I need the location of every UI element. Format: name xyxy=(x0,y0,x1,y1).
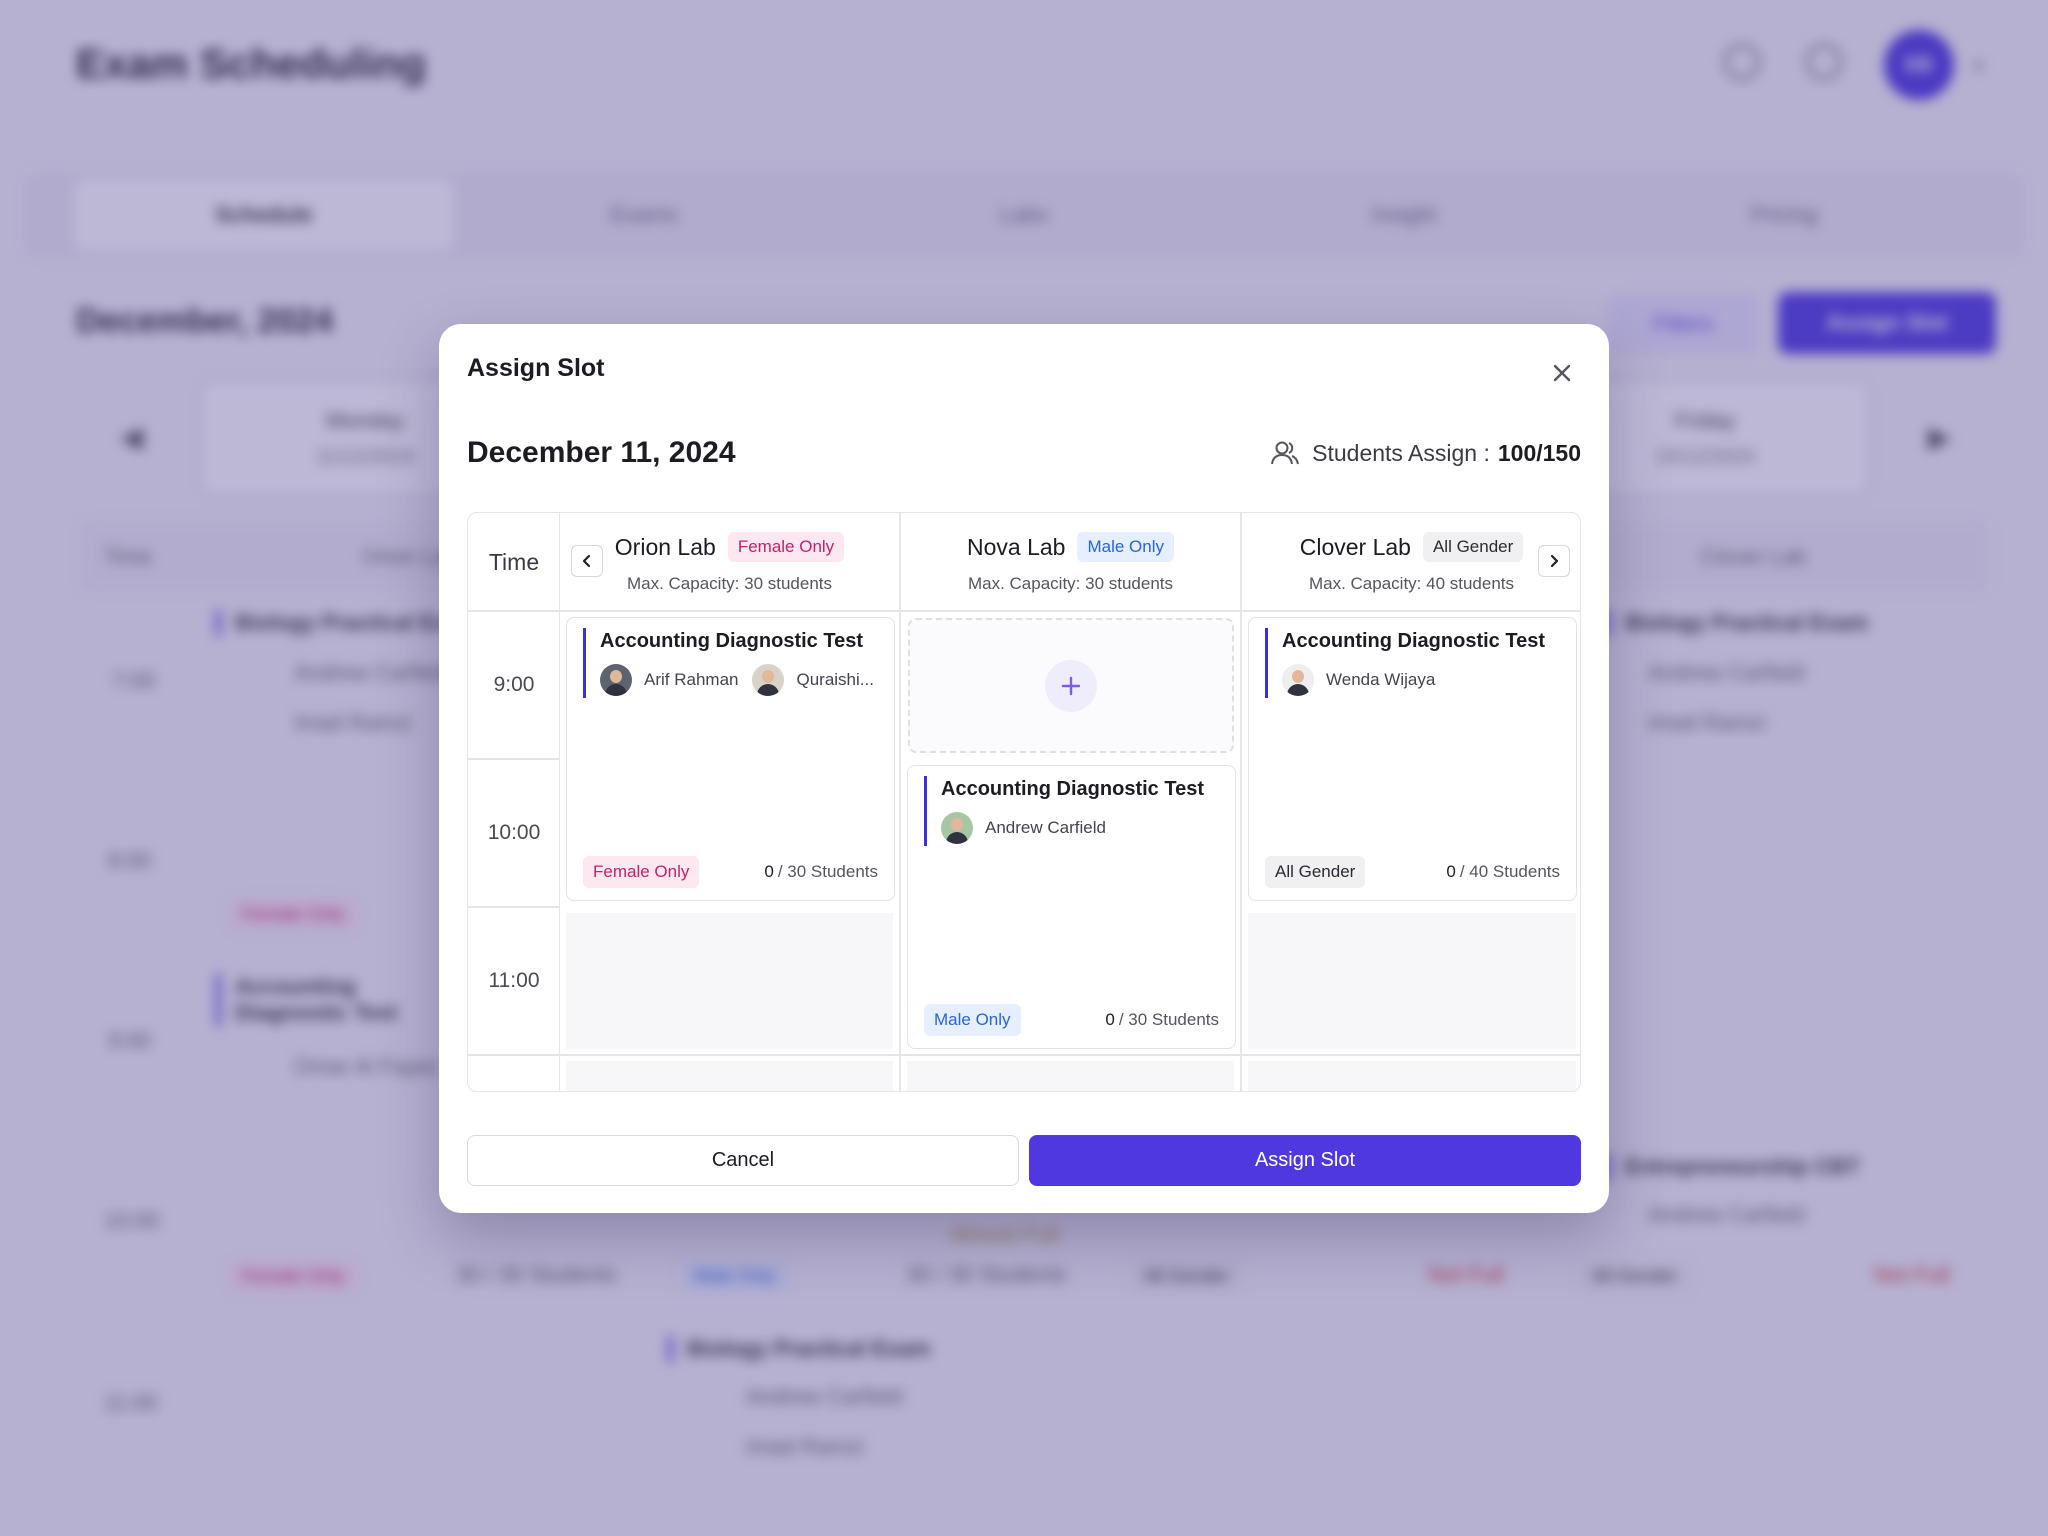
proctor-name: Arif Rahman xyxy=(644,670,739,689)
lab-header-nova: Nova Lab Male Only Max. Capacity: 30 stu… xyxy=(901,513,1240,611)
card-footer: All Gender 0/ 40 Students xyxy=(1265,856,1560,888)
proctor-name: Wenda Wijaya xyxy=(1326,670,1436,689)
gender-badge: All Gender xyxy=(1422,532,1524,562)
proctor-name: Andrew Carfield xyxy=(985,818,1106,837)
proctor: Arif Rahman xyxy=(600,664,738,696)
proctor: Quraishi... xyxy=(752,664,874,696)
avatar xyxy=(752,664,785,696)
exam-slot-card[interactable]: Accounting Diagnostic Test Andrew Carfie… xyxy=(907,765,1236,1049)
close-icon[interactable] xyxy=(1547,358,1577,388)
exam-slot-content: Accounting Diagnostic Test Arif Rahman Q… xyxy=(583,628,880,698)
prev-labs-button[interactable] xyxy=(571,545,603,577)
proctor-list: Wenda Wijaya xyxy=(1282,664,1562,696)
lab-capacity: Max. Capacity: 30 students xyxy=(967,574,1174,593)
exam-slot-card[interactable]: Accounting Diagnostic Test Arif Rahman Q… xyxy=(566,617,895,901)
proctor: Wenda Wijaya xyxy=(1282,664,1435,696)
student-count: 0/ 30 Students xyxy=(1105,1010,1219,1030)
exam-slot-content: Accounting Diagnostic Test Andrew Carfie… xyxy=(924,776,1221,846)
grid-line xyxy=(468,906,560,908)
lab-capacity: Max. Capacity: 30 students xyxy=(626,574,833,593)
students-assign-value: 100/150 xyxy=(1497,439,1581,466)
empty-slot[interactable] xyxy=(566,1061,893,1091)
next-labs-button[interactable] xyxy=(1538,545,1570,577)
dialog-title: Assign Slot xyxy=(467,354,605,382)
students-assign-label: Students Assign : xyxy=(1312,439,1490,466)
chevron-right-icon xyxy=(1550,554,1559,568)
assign-slot-dialog: Assign Slot December 11, 2024 Students A… xyxy=(439,324,1609,1213)
exam-title: Accounting Diagnostic Test xyxy=(1282,630,1545,652)
time-label: 10:00 xyxy=(487,821,541,844)
lab-name: Orion Lab xyxy=(614,533,716,560)
cancel-button[interactable]: Cancel xyxy=(467,1135,1019,1186)
student-count-value: 0 xyxy=(1446,862,1456,881)
card-footer: Male Only 0/ 30 Students xyxy=(924,1004,1219,1036)
time-header: Time xyxy=(488,548,540,575)
student-count-value: 0 xyxy=(1105,1010,1115,1029)
student-count: 0/ 40 Students xyxy=(1446,862,1560,882)
card-footer: Female Only 0/ 30 Students xyxy=(583,856,878,888)
exam-slot-content: Accounting Diagnostic Test Wenda Wijaya xyxy=(1265,628,1562,698)
student-count-value: 0 xyxy=(764,862,774,881)
empty-slot[interactable] xyxy=(1248,913,1576,1049)
student-capacity: / 30 Students xyxy=(777,862,878,881)
users-icon xyxy=(1271,441,1300,465)
proctor: Andrew Carfield xyxy=(941,812,1106,844)
lab-header-clover: Clover Lab All Gender Max. Capacity: 40 … xyxy=(1242,513,1580,611)
exam-title: Accounting Diagnostic Test xyxy=(941,778,1204,800)
plus-icon xyxy=(1045,659,1097,712)
lab-capacity: Max. Capacity: 40 students xyxy=(1308,574,1515,593)
gender-badge: All Gender xyxy=(1265,856,1366,888)
gender-badge: Female Only xyxy=(583,856,700,888)
lab-header-orion: Orion Lab Female Only Max. Capacity: 30 … xyxy=(560,513,899,611)
gender-badge: Female Only xyxy=(727,532,845,562)
proctor-name: Quraishi... xyxy=(796,670,874,689)
empty-slot[interactable] xyxy=(907,1061,1234,1091)
time-label: 9:00 xyxy=(493,673,535,696)
empty-slot[interactable] xyxy=(1248,1061,1576,1091)
empty-slot[interactable] xyxy=(566,913,893,1049)
exam-slot-card[interactable]: Accounting Diagnostic Test Wenda Wijaya … xyxy=(1248,617,1577,901)
chevron-left-icon xyxy=(582,554,591,568)
student-count: 0/ 30 Students xyxy=(764,862,878,882)
avatar xyxy=(1282,664,1314,696)
avatar xyxy=(600,664,632,696)
lab-schedule-grid: Time 9:00 10:00 11:00 Orion Lab Female O… xyxy=(467,512,1581,1092)
grid-line xyxy=(468,1054,1580,1056)
proctor-list: Andrew Carfield xyxy=(941,812,1221,844)
student-capacity: / 40 Students xyxy=(1459,862,1560,881)
lab-name: Clover Lab xyxy=(1299,533,1411,560)
grid-line xyxy=(468,758,560,760)
lab-name: Nova Lab xyxy=(967,533,1066,560)
selected-date: December 11, 2024 xyxy=(467,436,736,469)
assign-slot-button[interactable]: Assign Slot xyxy=(1029,1135,1581,1186)
students-assign-summary: Students Assign : 100/150 xyxy=(1270,438,1581,468)
gender-badge: Male Only xyxy=(924,1004,1021,1036)
add-slot-button[interactable] xyxy=(908,618,1234,753)
gender-badge: Male Only xyxy=(1077,532,1174,562)
exam-title: Accounting Diagnostic Test xyxy=(600,630,863,652)
student-capacity: / 30 Students xyxy=(1118,1010,1219,1029)
proctor-list: Arif Rahman Quraishi... xyxy=(600,664,880,696)
avatar xyxy=(941,812,973,844)
time-label: 11:00 xyxy=(488,969,540,992)
